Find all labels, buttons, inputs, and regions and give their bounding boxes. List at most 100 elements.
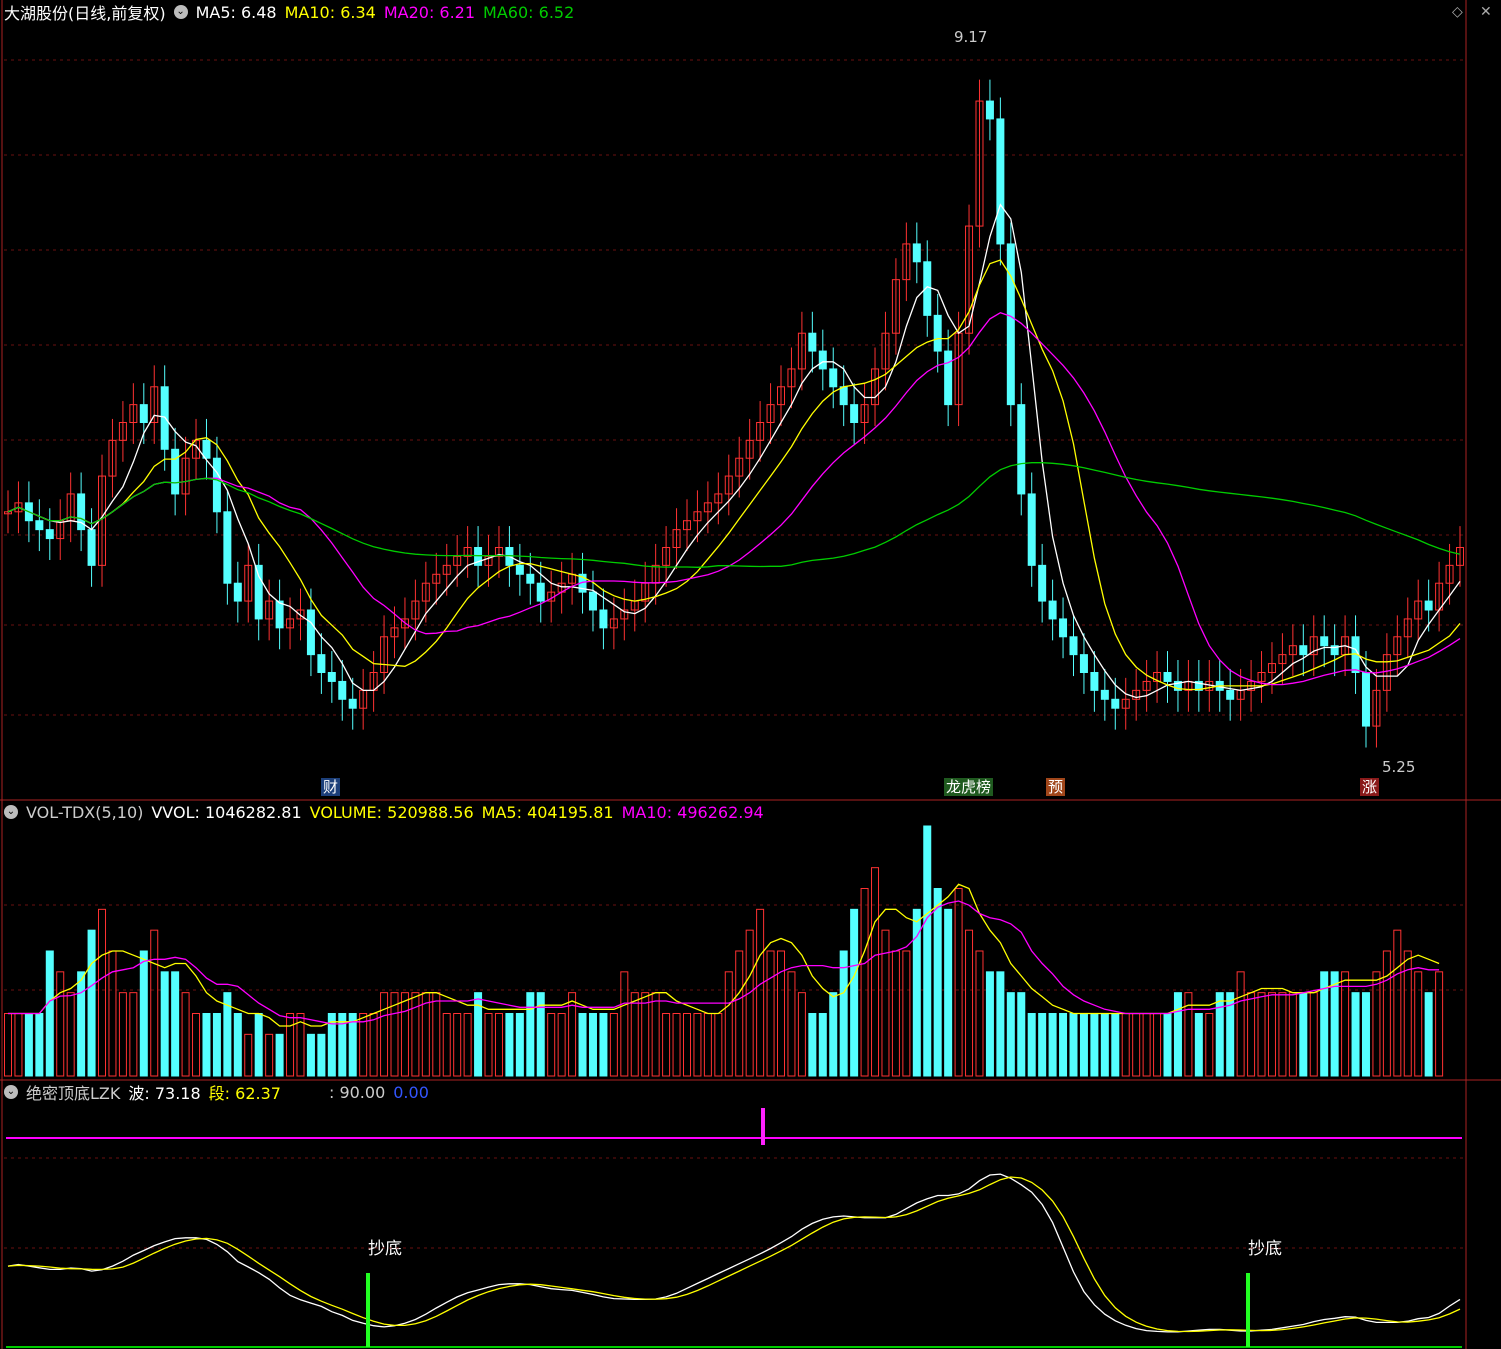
volume-bar [975,950,984,1077]
volume-bar [954,888,963,1077]
volume-bar [359,1013,368,1077]
volume-bar [1059,1013,1068,1077]
osc-wave-line [7,1173,1461,1333]
candle-body [338,680,347,700]
volume-bar [484,1013,493,1077]
volume-bar [839,950,848,1077]
volume-bar [703,1013,712,1077]
candle-body [829,368,838,388]
candle-body [1038,564,1047,602]
top-signal-bar [761,1108,765,1145]
volume-bar [891,950,900,1077]
candle-body [1079,654,1088,674]
candle-body [1090,672,1099,691]
candle-body [1424,600,1433,611]
volume-bar [1299,992,1308,1077]
volume-bar [1048,1013,1057,1077]
volume-bar [1414,971,1423,1077]
volume-bar [1006,992,1015,1077]
volume-bar [724,971,733,1077]
volume-bar [1100,1013,1109,1077]
volume-bar [411,992,420,1077]
volume-bar [996,971,1005,1077]
volume-bar [1153,1013,1162,1077]
volume-bar [714,1013,723,1077]
candle-body [933,314,942,352]
candle-body [275,600,284,629]
volume-bar [244,1033,253,1077]
volume-bar [557,1013,566,1077]
candle-body [327,672,336,682]
volume-bar [171,971,180,1077]
volume-bar [871,867,880,1077]
ma20-line [7,311,1461,686]
candle-body [306,609,315,656]
volume-bar [1267,992,1276,1077]
volume-bar [1278,992,1287,1077]
volume-bar [77,971,86,1077]
volume-bar [1215,992,1224,1077]
ma5-line [7,203,1461,699]
volume-bar [1341,971,1350,1077]
osc-duan-line [7,1176,1461,1333]
volume-bar [1361,992,1370,1077]
candle-body [1027,493,1036,566]
volume-bar [808,1013,817,1077]
volume-bar [380,992,389,1077]
candle-body [1006,243,1015,406]
volume-bar [160,971,169,1077]
volume-bar [1111,1013,1120,1077]
candle-body [985,100,994,120]
volume-bar [965,929,974,1077]
volume-bar [139,950,148,1077]
volume-bar [923,825,932,1077]
volume-bar [662,1013,671,1077]
volume-bar [1435,971,1444,1077]
candle-body [599,609,608,629]
volume-bar [1027,1013,1036,1077]
volume-bar [787,971,796,1077]
volume-bar [609,1013,618,1077]
volume-bar [45,950,54,1077]
candle-body [348,698,357,709]
volume-bar [421,992,430,1077]
candle-body [1017,404,1026,495]
volume-bar [1372,971,1381,1077]
volume-bar [202,1013,211,1077]
candle-body [35,520,44,531]
volume-bar [682,1013,691,1077]
volume-bar [233,1013,242,1077]
volume-bar [1038,1013,1047,1077]
candle-body [45,529,54,540]
candle-body [317,654,326,674]
volume-bar [756,908,765,1077]
candle-body [850,404,859,423]
candle-body [996,118,1005,245]
candle-body [223,511,232,584]
candle-body [254,564,263,620]
volume-bar [35,1013,44,1077]
volume-bar [150,929,159,1077]
candle-body [1111,698,1120,709]
volume-bar [1194,1013,1203,1077]
candle-body [1226,689,1235,700]
volume-bar [850,908,859,1077]
candle-body [526,573,535,584]
volume-bar [400,992,409,1077]
volume-bar [515,1013,524,1077]
candle-body [912,243,921,263]
volume-bar [1236,971,1245,1077]
volume-bar [463,1013,472,1077]
candle-body [536,582,545,602]
chart-canvas[interactable] [0,0,1501,1349]
volume-bar [494,1013,503,1077]
candle-body [839,386,848,406]
volume-bar [1017,992,1026,1077]
volume-bar [1257,992,1266,1077]
volume-bar [1351,992,1360,1077]
volume-bar [1173,992,1182,1077]
volume-bar [944,908,953,1077]
volume-bar [192,1013,201,1077]
volume-bar [1132,1013,1141,1077]
candle-body [1048,600,1057,620]
